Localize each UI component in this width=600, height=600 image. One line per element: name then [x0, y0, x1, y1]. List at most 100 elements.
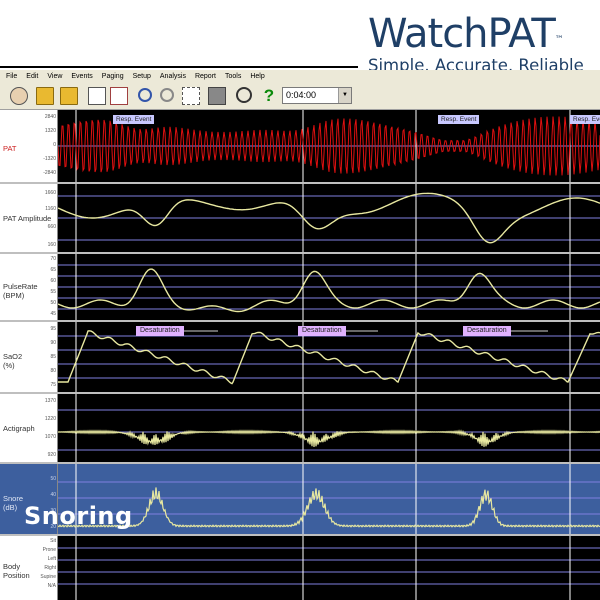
edit-document-icon[interactable] — [110, 87, 128, 105]
menu-analysis[interactable]: Analysis — [160, 73, 186, 80]
snore-panel: Snore (dB) 50 40 30 20 Snoring — [0, 464, 600, 536]
tick-label: 920 — [47, 452, 56, 458]
sao2-label-line1: SaO2 — [3, 352, 23, 361]
actigraph-label: Actigraph — [3, 424, 35, 433]
pat-label: PAT — [3, 144, 17, 153]
tick-label: 75 — [50, 382, 56, 388]
select-region-icon[interactable] — [182, 87, 200, 105]
tick-label: 660 — [47, 224, 56, 230]
body-position-plot[interactable] — [58, 536, 600, 600]
folder-icon[interactable] — [60, 87, 78, 105]
zoom-in-icon[interactable] — [138, 88, 152, 102]
patient-icon[interactable] — [10, 87, 28, 105]
actigraph-plot[interactable] — [58, 394, 600, 462]
desaturation-badge[interactable]: Desaturation — [298, 326, 346, 336]
amplitude-trace — [58, 184, 600, 252]
tick-label: 1220 — [44, 416, 56, 422]
menu-file[interactable]: File — [6, 73, 17, 80]
tick-label: 55 — [50, 289, 56, 295]
tick-label: 1370 — [44, 398, 56, 404]
sao2-panel: SaO2 (%) 95 90 85 80 75 Desaturation Des… — [0, 322, 600, 394]
pat-ticks: 2840 1320 0 -1320 -2840 — [36, 110, 56, 182]
tick-label: 0 — [53, 142, 56, 148]
snore-plot[interactable] — [58, 464, 600, 534]
snoring-overlay-text: Snoring — [24, 502, 133, 530]
body-position-trace — [58, 536, 600, 600]
tick-label: Prone — [42, 547, 56, 553]
tick-label: 85 — [50, 354, 56, 360]
body-label-column: Body Position Sit Prone Left Right Supin… — [0, 536, 58, 600]
resp-event-badge[interactable]: Resp. Event — [570, 115, 600, 124]
tick-label: Supine — [40, 574, 56, 580]
menu-view[interactable]: View — [47, 73, 62, 80]
amplitude-plot[interactable] — [58, 184, 600, 252]
tick-label: 60 — [50, 278, 56, 284]
menu-report[interactable]: Report — [195, 73, 216, 80]
desaturation-badge[interactable]: Desaturation — [463, 326, 511, 336]
menu-help[interactable]: Help — [250, 73, 264, 80]
menu-edit[interactable]: Edit — [26, 73, 38, 80]
tick-label: 50 — [50, 476, 56, 482]
tick-label: 80 — [50, 368, 56, 374]
pulse-rate-panel: PulseRate (BPM) 70 65 60 55 50 45 — [0, 254, 600, 322]
tick-label: 65 — [50, 267, 56, 273]
document-icon[interactable] — [88, 87, 106, 105]
menu-bar: File Edit View Events Paging Setup Analy… — [0, 70, 600, 82]
body-label-line1: Body — [3, 562, 21, 571]
resp-event-badge[interactable]: Resp. Event — [113, 115, 155, 124]
pat-plot[interactable]: Resp. Event Resp. Event Resp. Event — [58, 110, 600, 182]
open-folder-icon[interactable] — [36, 87, 54, 105]
snore-trace — [58, 464, 600, 534]
brand-divider — [0, 66, 358, 68]
tick-label: 1160 — [45, 206, 56, 212]
body-label: Body Position — [3, 562, 30, 580]
waveform-path — [58, 429, 600, 447]
tick-label: 95 — [50, 326, 56, 332]
sao2-label: SaO2 (%) — [3, 352, 22, 370]
pat-label-column: PAT 2840 1320 0 -1320 -2840 — [0, 110, 58, 182]
toolbar: ? 0:04:00 ▼ — [0, 82, 600, 110]
trademark-symbol: ™ — [554, 35, 564, 45]
pulse-label-line1: PulseRate — [3, 282, 38, 291]
print-icon[interactable] — [208, 87, 226, 105]
tick-label: 45 — [50, 311, 56, 317]
tick-label: 1320 — [44, 128, 56, 134]
sao2-plot[interactable]: Desaturation Desaturation Desaturation — [58, 322, 600, 392]
tick-label: Right — [44, 565, 56, 571]
waveform-path — [58, 487, 600, 528]
time-select[interactable]: 0:04:00 ▼ — [282, 87, 352, 104]
waveform-path — [58, 268, 600, 313]
tick-label: 90 — [50, 340, 56, 346]
tick-label: 2840 — [44, 114, 56, 120]
tick-label: 160 — [47, 242, 56, 248]
pat-amplitude-panel: PAT Amplitude 1660 1160 660 160 — [0, 184, 600, 254]
tick-label: -1320 — [43, 156, 56, 162]
chevron-down-icon[interactable]: ▼ — [338, 88, 351, 103]
tick-label: -2840 — [43, 170, 56, 176]
pulse-label-line2: (BPM) — [3, 291, 25, 300]
desaturation-badge[interactable]: Desaturation — [136, 326, 184, 336]
body-position-panel: Body Position Sit Prone Left Right Supin… — [0, 536, 600, 600]
menu-paging[interactable]: Paging — [102, 73, 124, 80]
actigraph-panel: Actigraph 1370 1220 1070 920 — [0, 394, 600, 464]
actigraph-label-column: Actigraph 1370 1220 1070 920 — [0, 394, 58, 462]
sao2-label-line2: (%) — [3, 361, 15, 370]
pulse-trace — [58, 254, 600, 320]
snore-label: Snore (dB) — [3, 494, 23, 512]
actigraph-trace — [58, 394, 600, 462]
menu-tools[interactable]: Tools — [225, 73, 241, 80]
zoom-out-icon[interactable] — [160, 88, 174, 102]
waveform-path — [58, 330, 600, 385]
menu-setup[interactable]: Setup — [133, 73, 151, 80]
pulse-label-column: PulseRate (BPM) 70 65 60 55 50 45 — [0, 254, 58, 320]
tick-label: 1070 — [44, 434, 56, 440]
brand-header: WatchPAT™ Simple. Accurate. Reliable — [360, 6, 600, 76]
menu-events[interactable]: Events — [71, 73, 92, 80]
help-icon[interactable]: ? — [260, 87, 278, 105]
pulse-plot[interactable] — [58, 254, 600, 320]
tick-label: 1660 — [44, 190, 56, 196]
tick-label: Left — [47, 556, 56, 562]
clock-icon[interactable] — [236, 87, 252, 103]
tick-label: Sit — [50, 538, 56, 544]
resp-event-badge[interactable]: Resp. Event — [438, 115, 480, 124]
